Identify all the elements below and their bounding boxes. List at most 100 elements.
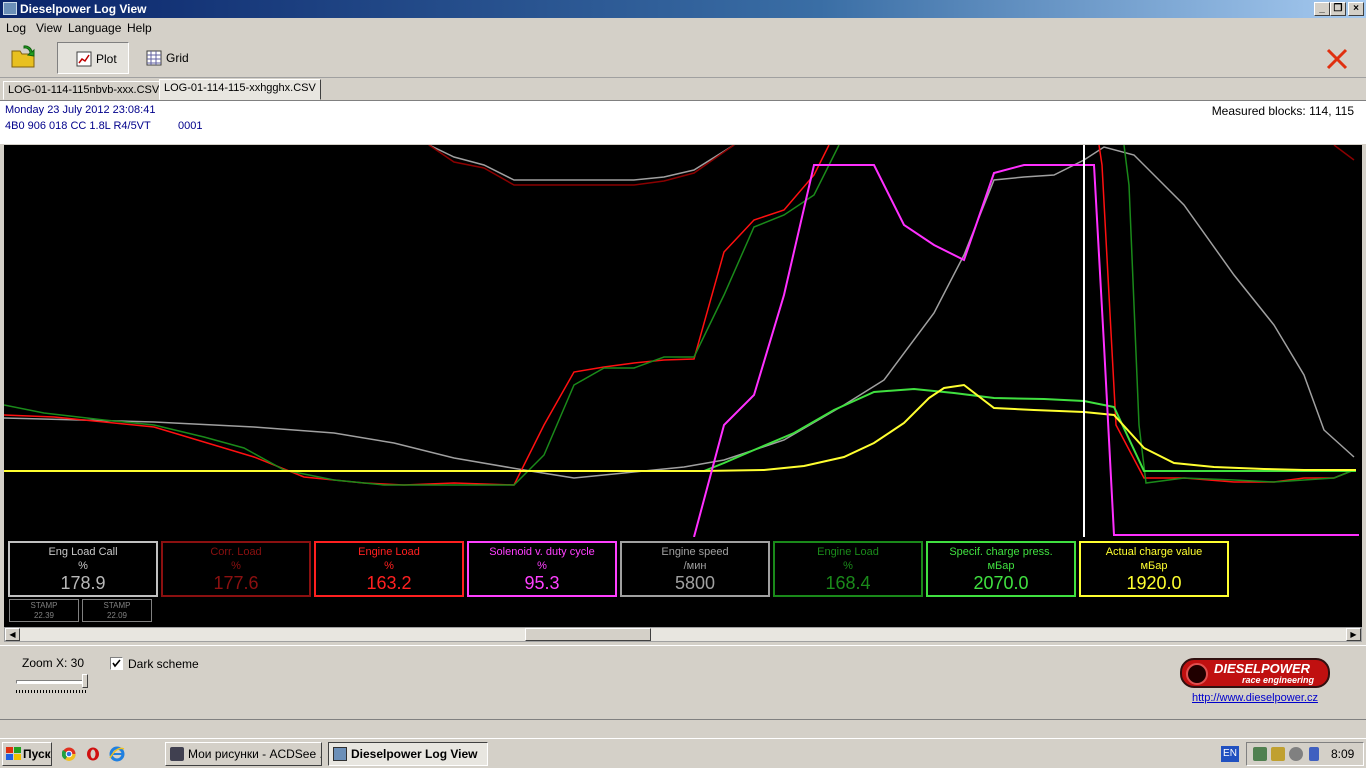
log-datetime: Monday 23 July 2012 23:08:41 — [5, 104, 156, 116]
windows-logo-icon — [6, 747, 21, 760]
channel-box-specif-charge[interactable]: Specif. charge press. мБар 2070.0 — [926, 541, 1076, 597]
trace-engine-load-right — [1098, 145, 1355, 483]
channel-name: Engine speed — [661, 546, 729, 558]
channel-name: Solenoid v. duty cycle — [489, 546, 595, 558]
channel-name: Engine Load — [817, 546, 879, 558]
stamp-label: STAMP — [103, 601, 131, 610]
start-button[interactable]: Пуск — [2, 742, 52, 766]
trace-engine-load — [4, 145, 830, 486]
menu-language[interactable]: Language — [68, 21, 121, 35]
grid-button-label: Grid — [166, 51, 189, 65]
dieselpower-app-icon — [333, 747, 347, 761]
stamp-value: 22.09 — [106, 611, 128, 620]
stamp-2[interactable]: STAMP 22.09 — [82, 599, 152, 622]
trace-corr-load-right — [1333, 145, 1355, 161]
plot-canvas[interactable] — [4, 145, 1362, 537]
task-dieselpower[interactable]: Dieselpower Log View — [328, 742, 488, 766]
close-window-button[interactable]: × — [1348, 2, 1364, 16]
channel-unit: % — [78, 560, 88, 572]
taskbar: Пуск Мои рисунки - ACDSee ... Dieselpowe… — [0, 738, 1366, 768]
language-indicator[interactable]: EN — [1221, 746, 1239, 762]
channel-box-corr-load[interactable]: Corr. Load % 177.6 — [161, 541, 311, 597]
measured-blocks: Measured blocks: 114, 115 — [1211, 104, 1354, 118]
tray-icon-4[interactable] — [1309, 747, 1319, 761]
zoom-slider-thumb[interactable] — [82, 674, 88, 688]
tab-log-2[interactable]: LOG-01-114-115-xxhgghx.CSV — [159, 79, 321, 100]
checkmark-icon — [112, 659, 121, 668]
grid-button[interactable]: Grid — [138, 42, 198, 74]
trace-engine-load-2-right — [1123, 145, 1355, 484]
trace-corr-load-top — [428, 145, 735, 186]
start-label: Пуск — [23, 747, 51, 761]
network-icon[interactable] — [1253, 747, 1267, 761]
channel-unit: % — [231, 560, 241, 572]
channel-unit: /мин — [683, 560, 707, 572]
menu-log[interactable]: Log — [6, 21, 26, 35]
dieselpower-logo: DIESELPOWER race engineering — [1180, 658, 1330, 688]
opera-icon[interactable] — [86, 747, 100, 761]
channel-name: Corr. Load — [210, 546, 262, 558]
channel-box-engine-load-2[interactable]: Engine Load % 168.4 — [773, 541, 923, 597]
zoom-slider[interactable] — [16, 674, 90, 693]
logo-subtitle: race engineering — [1242, 675, 1315, 685]
minimize-button[interactable]: _ — [1314, 2, 1330, 16]
website-link[interactable]: http://www.dieselpower.cz — [1192, 692, 1318, 704]
status-bar — [0, 719, 1366, 737]
menu-view[interactable]: View — [36, 21, 62, 35]
trace-specif-charge — [4, 387, 1356, 472]
zoom-slider-ticks — [16, 690, 88, 693]
grid-icon — [146, 50, 162, 66]
task-label: Dieselpower Log View — [351, 747, 478, 761]
channel-box-engine-load[interactable]: Engine Load % 163.2 — [314, 541, 464, 597]
zoom-label: Zoom X: 30 — [22, 656, 85, 670]
stamp-value: 22.39 — [33, 611, 55, 620]
channel-box-actual-charge[interactable]: Actual charge value мБар 1920.0 — [1079, 541, 1229, 597]
file-tabs: LOG-01-114-115nbvb-xxx.CSV LOG-01-114-11… — [0, 79, 1366, 100]
stamp-1[interactable]: STAMP 22.39 — [9, 599, 79, 622]
open-log-button[interactable] — [8, 42, 42, 74]
scroll-left-arrow-icon[interactable]: ◀ — [5, 628, 20, 641]
close-log-icon[interactable] — [1326, 48, 1348, 70]
title-bar: Dieselpower Log View _ ❐ × — [0, 0, 1366, 18]
plot-area[interactable]: Eng Load Call % 178.9 Corr. Load % 177.6… — [4, 145, 1362, 627]
channel-value: 95.3 — [524, 573, 560, 593]
clock: 8:09 — [1331, 747, 1355, 761]
channel-name: Specif. charge press. — [949, 546, 1053, 558]
tab-log-1[interactable]: LOG-01-114-115nbvb-xxx.CSV — [3, 81, 165, 100]
toolbar: Plot Grid — [0, 38, 1366, 78]
log-info-pane: Monday 23 July 2012 23:08:41 4B0 906 018… — [0, 100, 1366, 144]
task-acdsee[interactable]: Мои рисунки - ACDSee ... — [165, 742, 322, 766]
scroll-right-arrow-icon[interactable]: ▶ — [1346, 628, 1361, 641]
channel-box-eng-load-call[interactable]: Eng Load Call % 178.9 — [8, 541, 158, 597]
channel-name: Engine Load — [358, 546, 420, 558]
app-icon — [3, 2, 17, 15]
window-title: Dieselpower Log View — [20, 2, 147, 16]
trace-engine-speed — [4, 146, 1355, 479]
logo-title: DIESELPOWER — [1214, 661, 1311, 676]
scroll-thumb[interactable] — [525, 628, 651, 641]
acdsee-icon — [170, 747, 184, 761]
menu-bar: Log View Language Help — [0, 18, 1366, 38]
channel-box-solenoid[interactable]: Solenoid v. duty cycle % 95.3 — [467, 541, 617, 597]
channel-unit: мБар — [1140, 560, 1168, 572]
maximize-button[interactable]: ❐ — [1330, 2, 1346, 16]
dark-scheme-checkbox[interactable] — [110, 657, 123, 670]
channel-unit: % — [384, 560, 394, 572]
tray-icon-3[interactable] — [1289, 747, 1303, 761]
plot-button[interactable]: Plot — [57, 42, 129, 74]
channel-unit: % — [537, 560, 547, 572]
channel-unit: % — [843, 560, 853, 572]
stamp-label: STAMP — [30, 601, 58, 610]
plot-button-label: Plot — [96, 52, 117, 66]
bottom-pane: Zoom X: 30 Dark scheme DIESELPOWER race … — [0, 645, 1366, 718]
channel-box-engine-speed[interactable]: Engine speed /мин 5800 — [620, 541, 770, 597]
menu-help[interactable]: Help — [127, 21, 152, 35]
internet-explorer-icon[interactable] — [109, 746, 125, 762]
chrome-icon[interactable] — [62, 747, 76, 761]
horizontal-scrollbar[interactable]: ◀ ▶ — [4, 627, 1362, 642]
trace-actual-charge — [4, 383, 1356, 472]
dark-scheme-label: Dark scheme — [128, 657, 199, 671]
tray-icon-2[interactable] — [1271, 747, 1285, 761]
plot-icon — [76, 51, 92, 67]
task-label: Мои рисунки - ACDSee ... — [188, 747, 322, 761]
